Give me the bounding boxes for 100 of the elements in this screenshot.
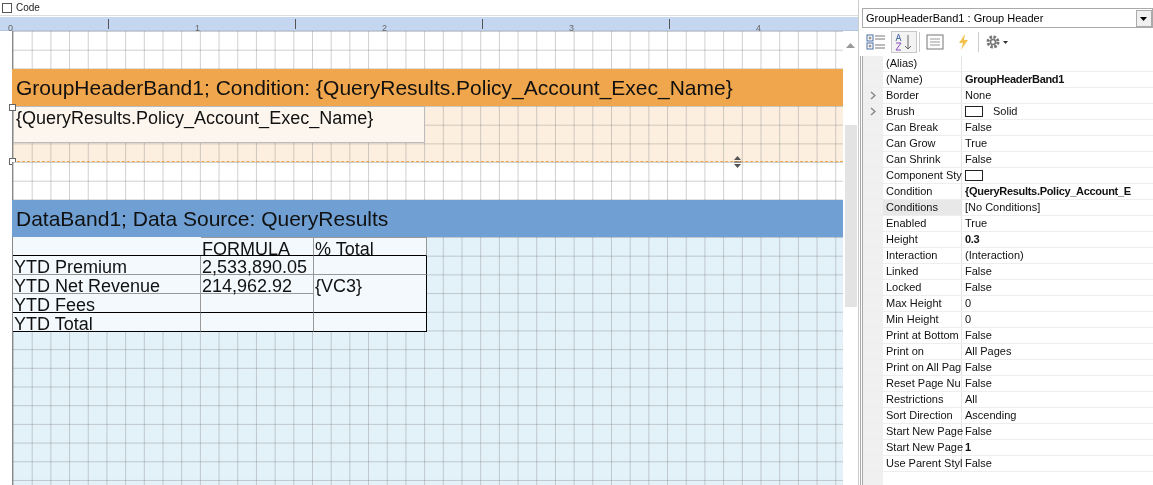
property-value[interactable]: False [965, 152, 992, 167]
property-value[interactable]: False [965, 120, 992, 135]
property-row[interactable]: Restrictions All [863, 392, 1153, 408]
property-name[interactable]: Can Break [883, 120, 962, 135]
property-name[interactable]: Can Shrink [883, 152, 962, 167]
settings-icon [984, 33, 1010, 51]
property-name[interactable]: Restrictions [883, 392, 962, 407]
property-value[interactable]: None [965, 88, 992, 103]
selection-handle[interactable] [9, 104, 16, 111]
property-name[interactable]: Start New Page [883, 424, 962, 439]
property-value[interactable]: False [965, 424, 992, 439]
property-value[interactable]: 1 [965, 440, 971, 455]
property-row[interactable]: Conditions [No Conditions] [863, 200, 1153, 216]
ruler-number: 4 [756, 23, 761, 33]
property-value[interactable]: [No Conditions] [965, 200, 1041, 215]
scrollbar-thumb[interactable] [845, 125, 857, 307]
property-value[interactable]: True [965, 216, 988, 231]
property-row[interactable]: Can Break False [863, 120, 1153, 136]
property-value[interactable]: False [965, 264, 992, 279]
property-row[interactable]: Can Shrink False [863, 152, 1153, 168]
scroll-up-icon[interactable] [846, 43, 855, 48]
property-name[interactable]: Max Height [883, 296, 962, 311]
property-name[interactable]: Can Grow [883, 136, 962, 151]
property-row[interactable]: Linked False [863, 264, 1153, 280]
property-value[interactable]: All [965, 392, 978, 407]
property-row[interactable]: Sort Direction Ascending [863, 408, 1153, 424]
property-value[interactable]: False [965, 376, 992, 391]
property-name[interactable]: Start New Page [883, 440, 962, 455]
ruler-number: 0 [8, 23, 13, 33]
property-name[interactable]: Height [883, 232, 962, 247]
object-selector[interactable]: GroupHeaderBand1 : Group Header [862, 8, 1153, 28]
property-name[interactable]: Min Height [883, 312, 962, 327]
property-name[interactable]: Conditions [883, 200, 962, 215]
property-row[interactable]: Start New Page False [863, 424, 1153, 440]
property-row[interactable]: Enabled True [863, 216, 1153, 232]
property-value[interactable]: Ascending [965, 408, 1017, 423]
code-checkbox[interactable] [2, 2, 12, 13]
property-value[interactable]: False [965, 456, 992, 471]
property-row[interactable]: Border None [863, 88, 1153, 104]
cross-table[interactable]: FORMULA % Total YTD Premium 2,533,890.05 YTD Net Revenue 214,962.92 {VC3} YTD Fees YTD Total [13, 237, 427, 332]
property-name[interactable]: Enabled [883, 216, 962, 231]
resize-cursor-icon [733, 156, 742, 168]
table-cell: 214,962.92 [201, 275, 314, 294]
property-row[interactable]: Locked False [863, 280, 1153, 296]
alphabetical-view-button[interactable] [891, 31, 917, 53]
color-swatch [965, 106, 983, 117]
property-row[interactable]: Height 0.3 [863, 232, 1153, 248]
property-row[interactable]: Interaction (Interaction) [863, 248, 1153, 264]
row-label: YTD Fees [13, 294, 201, 313]
property-value[interactable]: All Pages [965, 344, 1012, 359]
property-value[interactable]: False [965, 360, 992, 375]
property-value[interactable]: (Interaction) [965, 248, 1024, 263]
property-name[interactable]: (Alias) [883, 56, 962, 71]
data-band[interactable]: DataBand1; Data Source: QueryResults [12, 200, 843, 237]
property-value[interactable]: 0 [965, 312, 972, 327]
property-name[interactable]: Reset Page Nu [883, 376, 962, 391]
property-value[interactable]: True [965, 136, 988, 151]
property-name[interactable]: Interaction [883, 248, 962, 263]
property-row[interactable]: Print at Bottom False [863, 328, 1153, 344]
property-name[interactable]: Use Parent Styl [883, 456, 962, 471]
band-title: GroupHeaderBand1; Condition: {QueryResults.Policy_Account_Exec_Name} [16, 75, 733, 100]
property-row[interactable]: Print on All Pag False [863, 360, 1153, 376]
property-row[interactable]: Component Sty [863, 168, 1153, 184]
row-label: YTD Premium [13, 256, 201, 275]
property-value[interactable]: 0 [965, 296, 972, 311]
property-value[interactable]: {QueryResults.Policy_Account_E [965, 184, 1131, 199]
property-name[interactable]: Print at Bottom [883, 328, 962, 343]
property-name[interactable]: (Name) [883, 72, 962, 87]
property-name[interactable]: Brush [883, 104, 962, 119]
property-value[interactable]: False [965, 280, 992, 295]
property-row[interactable]: Print on All Pages [863, 344, 1153, 360]
table-cell: {VC3} [314, 275, 427, 294]
property-value[interactable]: GroupHeaderBand1 [965, 72, 1065, 87]
table-cell: 2,533,890.05 [201, 256, 314, 275]
row-label: YTD Net Revenue [13, 275, 201, 294]
categorized-icon [866, 33, 886, 51]
property-name[interactable]: Locked [883, 280, 962, 295]
property-value[interactable]: Solid [993, 104, 1018, 119]
property-row[interactable]: Max Height 0 [863, 296, 1153, 312]
property-list-icon [925, 33, 945, 51]
property-value[interactable]: False [965, 328, 992, 343]
property-row[interactable]: (Name) GroupHeaderBand1 [863, 72, 1153, 88]
text-field-box[interactable]: {QueryResults.Policy_Account_Exec_Name} [13, 106, 425, 143]
property-row[interactable]: Reset Page Nu False [863, 376, 1153, 392]
property-name[interactable]: Sort Direction [883, 408, 962, 423]
property-row[interactable]: Can Grow True [863, 136, 1153, 152]
property-name[interactable]: Condition [883, 184, 962, 199]
property-name[interactable]: Print on [883, 344, 962, 359]
property-name[interactable]: Linked [883, 264, 962, 279]
property-row[interactable]: (Alias) [863, 56, 1153, 72]
property-name[interactable]: Print on All Pag [883, 360, 962, 375]
property-value[interactable]: 0.3 [965, 232, 980, 247]
property-name[interactable]: Border [883, 88, 962, 103]
group-header-band[interactable]: GroupHeaderBand1; Condition: {QueryResults.Policy_Account_Exec_Name} [12, 69, 843, 106]
property-row[interactable]: Start New Page 1 [863, 440, 1153, 456]
field-expression: {QueryResults.Policy_Account_Exec_Name} [16, 108, 374, 128]
property-name[interactable]: Component Sty [883, 168, 962, 183]
property-row[interactable]: Use Parent Styl False [863, 456, 1153, 472]
property-row[interactable]: Brush Solid [863, 104, 1153, 120]
property-row[interactable]: Min Height 0 [863, 312, 1153, 328]
